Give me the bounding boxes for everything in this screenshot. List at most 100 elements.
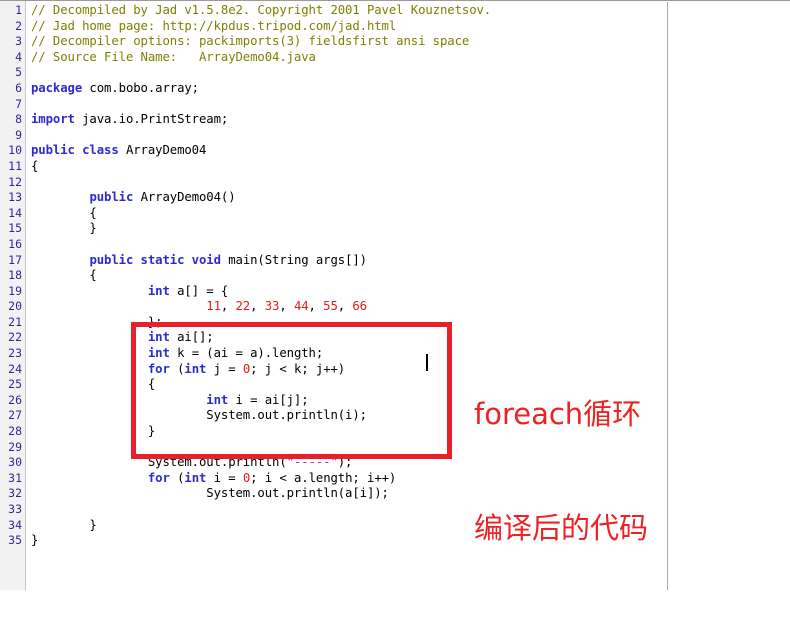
code-line[interactable]: {	[27, 159, 667, 175]
line-number: 12	[8, 174, 22, 189]
text-caret	[426, 354, 428, 371]
line-number: 19	[8, 283, 22, 298]
line-number: 31	[8, 470, 22, 485]
code-token-plain: j =	[206, 361, 243, 376]
code-token-comment: // Decompiled by Jad v1.5.8e2. Copyright…	[31, 3, 492, 17]
code-line[interactable]: package com.bobo.array;	[27, 81, 667, 97]
code-text-area[interactable]: // Decompiled by Jad v1.5.8e2. Copyright…	[27, 1, 667, 590]
code-line[interactable]: for (int i = 0; i < a.length; i++)	[27, 471, 667, 487]
line-number: 3	[15, 34, 22, 49]
code-line[interactable]: System.out.println("-----");	[27, 455, 667, 471]
line-number: 34	[8, 517, 22, 532]
code-token-plain: {	[31, 158, 39, 173]
code-line[interactable]: };	[27, 315, 667, 331]
line-number: 23	[8, 346, 22, 361]
line-number: 14	[8, 205, 22, 220]
code-line[interactable]: System.out.println(a[i]);	[27, 486, 667, 502]
code-token-plain: };	[31, 314, 163, 329]
line-number: 26	[8, 392, 22, 407]
line-number: 2	[15, 18, 22, 33]
code-line[interactable]	[27, 175, 667, 191]
line-number: 16	[8, 236, 22, 251]
code-line[interactable]: System.out.println(i);	[27, 408, 667, 424]
code-line[interactable]: }	[27, 518, 667, 534]
code-line[interactable]	[27, 97, 667, 113]
code-line[interactable]	[27, 237, 667, 253]
code-token-plain: System.out.println(a[i]);	[31, 486, 389, 501]
code-token-keyword: import	[31, 112, 75, 127]
code-line[interactable]: public static void main(String args[])	[27, 253, 667, 269]
code-token-comment: // Jad home page: http://kpdus.tripod.co…	[31, 18, 397, 33]
code-line[interactable]: {	[27, 377, 667, 393]
line-number: 11	[8, 158, 22, 173]
code-token-keyword: int	[184, 470, 207, 485]
code-line[interactable]: for (int j = 0; j < k; j++)	[27, 362, 667, 378]
code-line[interactable]: import java.io.PrintStream;	[27, 112, 667, 128]
line-number: 33	[8, 502, 22, 516]
line-number: 7	[15, 96, 22, 111]
code-line[interactable]: }	[27, 221, 667, 237]
line-number: 4	[15, 49, 22, 64]
code-token-comment: // Source File Name: ArrayDemo04.java	[31, 49, 316, 64]
code-token-number: 11	[206, 299, 221, 314]
line-number: 27	[8, 408, 22, 423]
line-number: 10	[8, 143, 22, 158]
code-line[interactable]: // Jad home page: http://kpdus.tripod.co…	[27, 19, 667, 35]
code-token-keyword: for	[147, 470, 170, 485]
code-line[interactable]: 11, 22, 33, 44, 55, 66	[27, 299, 667, 315]
code-line[interactable]	[27, 440, 667, 456]
code-line[interactable]: }	[27, 424, 667, 440]
code-line[interactable]: int i = ai[j];	[27, 393, 667, 409]
line-number: 21	[8, 314, 22, 329]
code-line[interactable]: int k = (ai = a).length;	[27, 346, 667, 362]
code-line[interactable]: // Source File Name: ArrayDemo04.java	[27, 50, 667, 66]
line-number: 28	[8, 424, 22, 439]
code-token-plain: ArrayDemo04	[118, 143, 207, 158]
code-line[interactable]: public class ArrayDemo04	[27, 143, 667, 159]
code-token-number: 55	[323, 299, 338, 314]
code-line[interactable]: int ai[];	[27, 330, 667, 346]
code-line[interactable]	[27, 65, 667, 81]
code-token-number: 66	[352, 299, 367, 314]
line-number: 32	[8, 486, 22, 501]
code-line[interactable]: public ArrayDemo04()	[27, 190, 667, 206]
line-number: 35	[8, 533, 22, 548]
code-token-plain: }	[31, 517, 97, 532]
line-number: 5	[15, 65, 22, 80]
code-line[interactable]: // Decompiler options: packimports(3) fi…	[27, 34, 667, 50]
code-token-plain: ,	[220, 299, 236, 314]
code-token-keyword: public static void	[89, 252, 221, 267]
code-token-plain: }	[31, 424, 156, 439]
code-token-plain: {	[31, 205, 97, 220]
code-line[interactable]: }	[27, 533, 667, 549]
line-number: 1	[15, 3, 22, 17]
code-line[interactable]: {	[27, 268, 667, 284]
right-empty-pane	[668, 2, 790, 590]
code-token-comment: // Decompiler options: packimports(3) fi…	[31, 34, 470, 49]
code-editor[interactable]: 1 2 3 4 5 6 7 8 9 10 11 12 13 14 15 16 17 18 19 20 21 22 23 24 2…	[0, 0, 790, 590]
code-token-keyword: int	[206, 392, 229, 407]
code-line[interactable]: int a[] = {	[27, 284, 667, 300]
code-line[interactable]: // Decompiled by Jad v1.5.8e2. Copyright…	[27, 3, 667, 19]
code-token-keyword: for	[147, 361, 170, 376]
line-number: 15	[8, 221, 22, 236]
code-token-plain: }	[31, 533, 39, 548]
code-line[interactable]	[27, 502, 667, 518]
code-line[interactable]	[27, 128, 667, 144]
code-token-plain: System.out.println(i);	[31, 408, 367, 423]
code-line[interactable]: {	[27, 206, 667, 222]
code-token-plain: main(String args[])	[220, 252, 367, 267]
code-token-keyword: public class	[31, 143, 119, 158]
line-number: 29	[8, 439, 22, 454]
line-number: 22	[8, 330, 22, 345]
code-token-plain: ; i < a.length; i++)	[250, 470, 397, 485]
code-token-number: 22	[235, 299, 251, 314]
code-token-keyword: int	[184, 361, 207, 376]
